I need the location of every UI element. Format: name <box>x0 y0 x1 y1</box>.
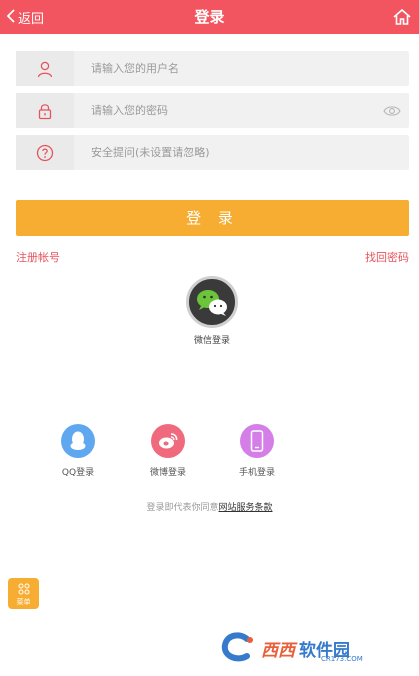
forgot-password-link[interactable]: 找回密码 <box>365 249 409 265</box>
watermark-brand: 西西 <box>261 640 295 661</box>
qq-icon <box>70 431 86 450</box>
wechat-icon <box>197 290 227 316</box>
phone-login-button[interactable] <box>240 424 274 458</box>
menu-button[interactable]: 菜单 <box>8 578 39 609</box>
menu-label: 菜单 <box>16 598 31 606</box>
username-field[interactable]: 请输入您的用户名 <box>16 51 409 86</box>
terms-link[interactable]: 网站服务条款 <box>219 503 273 513</box>
phone-icon <box>250 430 264 452</box>
password-input[interactable]: 请输入您的密码 <box>91 93 381 128</box>
login-button[interactable]: 登 录 <box>16 200 409 236</box>
username-input[interactable]: 请输入您的用户名 <box>91 51 381 86</box>
register-link[interactable]: 注册帐号 <box>16 249 60 265</box>
qq-login-label: QQ登录 <box>61 468 95 478</box>
security-question-input[interactable]: 安全提问(未设置请忽略) <box>91 135 381 170</box>
wechat-login-label: 微信登录 <box>193 336 230 346</box>
weibo-login-label: 微博登录 <box>149 468 186 478</box>
agreement-prefix: 登录即代表你同意 <box>146 503 219 513</box>
page-title: 登录 <box>194 8 225 26</box>
lock-icon <box>16 93 74 128</box>
watermark-logo: 西西 软件园 CR173.COM <box>219 629 400 667</box>
weibo-icon <box>159 433 178 449</box>
phone-login-label: 手机登录 <box>238 468 275 478</box>
home-icon[interactable] <box>391 6 413 28</box>
watermark-c-icon <box>219 631 259 665</box>
watermark-url: CR173.COM <box>321 655 363 663</box>
security-question-field[interactable]: 安全提问(未设置请忽略) <box>16 135 409 170</box>
show-password-eye-icon[interactable] <box>383 103 401 117</box>
weibo-login-button[interactable] <box>151 424 185 458</box>
top-bar: 返回 登录 <box>0 0 419 34</box>
password-field[interactable]: 请输入您的密码 <box>16 93 409 128</box>
grid-icon <box>8 583 39 598</box>
wechat-login-button[interactable] <box>186 276 238 328</box>
agreement-text: 登录即代表你同意网站服务条款 <box>0 500 419 513</box>
question-icon <box>16 135 74 170</box>
user-icon <box>16 51 74 86</box>
qq-login-button[interactable] <box>61 424 95 458</box>
